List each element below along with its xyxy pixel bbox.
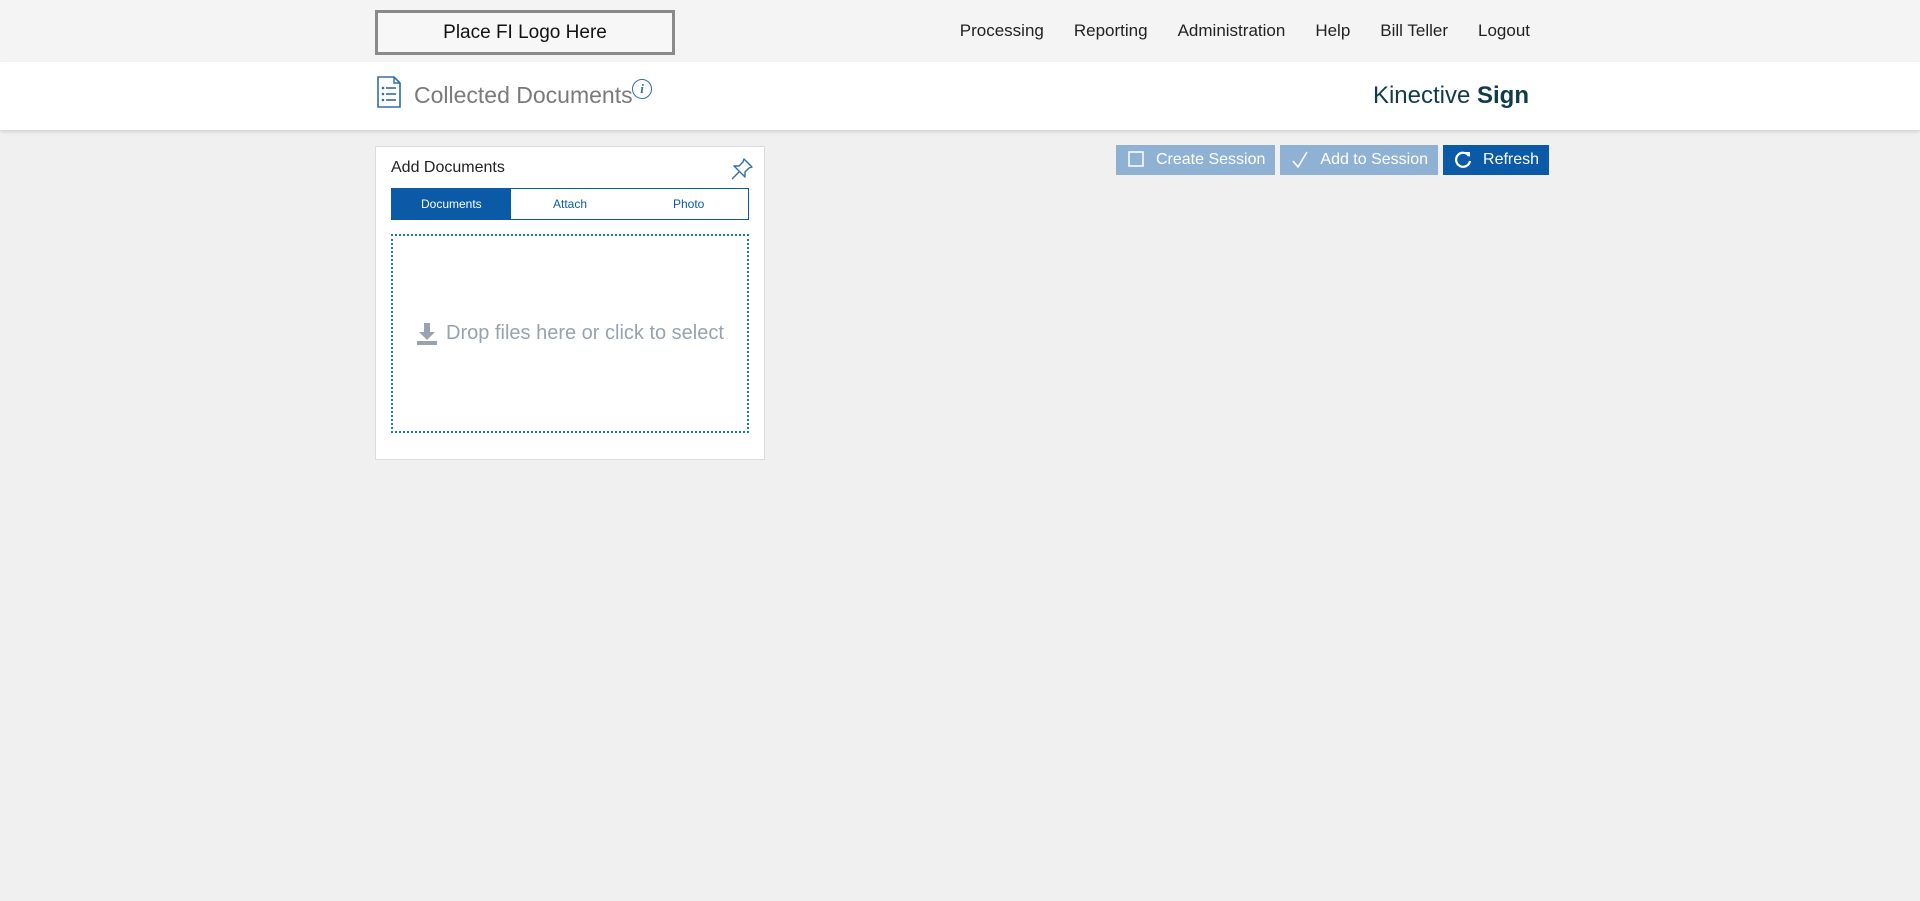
nav-administration[interactable]: Administration xyxy=(1178,21,1286,41)
checkbox-icon xyxy=(1128,151,1144,167)
top-nav: Processing Reporting Administration Help… xyxy=(960,0,1530,62)
refresh-icon xyxy=(1455,151,1472,168)
brand-name-bold: Sign xyxy=(1477,82,1529,109)
page-header: Collected Documents i Kinective Sign xyxy=(0,62,1920,130)
refresh-button[interactable]: Refresh xyxy=(1443,145,1550,175)
create-session-button[interactable]: Create Session xyxy=(1116,145,1276,175)
add-documents-panel: Add Documents Documents Attach Photo Dro… xyxy=(375,146,765,460)
check-icon xyxy=(1292,151,1309,169)
document-list-icon xyxy=(377,76,401,108)
download-icon xyxy=(417,322,438,345)
session-actions: Create Session Add to Session Refresh xyxy=(1116,145,1550,175)
nav-logout[interactable]: Logout xyxy=(1478,21,1530,41)
nav-reporting[interactable]: Reporting xyxy=(1074,21,1148,41)
upload-mode-tabs: Documents Attach Photo xyxy=(391,188,749,220)
add-to-session-button[interactable]: Add to Session xyxy=(1280,145,1439,175)
fi-logo-placeholder: Place FI Logo Here xyxy=(375,10,675,55)
tab-documents[interactable]: Documents xyxy=(392,189,511,219)
nav-processing[interactable]: Processing xyxy=(960,21,1044,41)
file-dropzone[interactable]: Drop files here or click to select xyxy=(391,234,749,433)
dropzone-text: Drop files here or click to select xyxy=(446,322,724,344)
top-bar: Place FI Logo Here Processing Reporting … xyxy=(0,0,1920,62)
brand-name: Kinective xyxy=(1372,82,1471,109)
panel-title: Add Documents xyxy=(391,159,505,176)
create-session-label: Create Session xyxy=(1156,151,1266,168)
pin-icon[interactable] xyxy=(730,157,754,181)
logo-text: Place FI Logo Here xyxy=(443,21,607,43)
brand-logo: Kinective Sign xyxy=(1373,82,1529,110)
refresh-label: Refresh xyxy=(1483,151,1540,168)
tab-attach[interactable]: Attach xyxy=(510,189,630,219)
info-icon[interactable]: i xyxy=(632,79,652,99)
nav-user-menu[interactable]: Bill Teller xyxy=(1380,21,1448,41)
add-to-session-label: Add to Session xyxy=(1320,151,1429,168)
tab-photo[interactable]: Photo xyxy=(629,189,749,219)
nav-help[interactable]: Help xyxy=(1315,21,1350,41)
dropzone-content: Drop files here or click to select xyxy=(416,322,724,346)
page-title: Collected Documents xyxy=(414,82,633,108)
